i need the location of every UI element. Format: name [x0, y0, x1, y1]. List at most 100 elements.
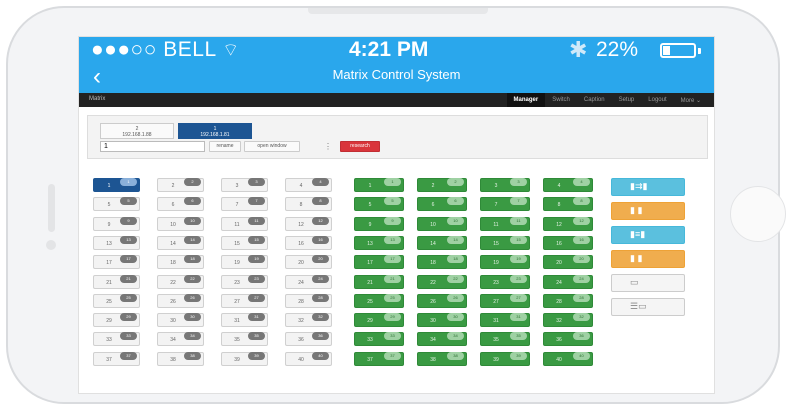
output-port-button[interactable]: 22 [417, 178, 467, 192]
output-port-button[interactable]: 27 27 [480, 293, 530, 308]
output-port-button[interactable]: 14 14 [417, 235, 467, 250]
home-button[interactable] [730, 186, 786, 242]
output-port-button[interactable]: 33 [480, 178, 530, 192]
input-port-button[interactable]: 39 39 [221, 351, 268, 366]
output-port-button[interactable]: 44 [543, 178, 593, 192]
output-port-button[interactable]: 40 40 [543, 351, 593, 366]
input-port-button[interactable]: 99 [93, 216, 140, 231]
input-port-button[interactable]: 16 16 [285, 235, 332, 250]
input-port-button[interactable]: 33 [221, 178, 268, 192]
input-port-button[interactable]: 22 [157, 178, 204, 192]
input-port-button[interactable]: 25 25 [93, 293, 140, 308]
input-port-button[interactable]: 36 36 [285, 332, 332, 347]
output-port-button[interactable]: 13 13 [354, 235, 404, 250]
output-port-button[interactable]: 37 37 [354, 351, 404, 366]
one-to-one-button[interactable]: ▮ ▮ [611, 202, 685, 220]
output-port-button[interactable]: 15 15 [480, 235, 530, 250]
input-port-button[interactable]: 23 23 [221, 274, 268, 289]
input-port-button[interactable]: 55 [93, 197, 140, 212]
input-port-button[interactable]: 15 15 [221, 235, 268, 250]
output-port-button[interactable]: 32 32 [543, 313, 593, 328]
output-port-button[interactable]: 33 33 [354, 332, 404, 347]
input-port-button[interactable]: 12 12 [285, 216, 332, 231]
device-tab-2[interactable]: 2 192.168.1.88 [100, 123, 174, 139]
output-port-button[interactable]: 31 31 [480, 313, 530, 328]
output-port-button[interactable]: 18 18 [417, 255, 467, 270]
output-port-button[interactable]: 12 12 [543, 216, 593, 231]
output-port-button[interactable]: 77 [480, 197, 530, 212]
research-button[interactable]: research [340, 141, 380, 152]
input-port-button[interactable]: 14 14 [157, 235, 204, 250]
input-port-button[interactable]: 18 18 [157, 255, 204, 270]
input-port-button[interactable]: 34 34 [157, 332, 204, 347]
open-window-button[interactable]: open window [244, 141, 300, 152]
more-options-icon[interactable]: ⋮ [324, 142, 332, 151]
menu-logout[interactable]: Logout [641, 93, 673, 107]
menu-manager[interactable]: Manager [506, 93, 546, 107]
output-port-button[interactable]: 16 16 [543, 235, 593, 250]
input-port-button[interactable]: 26 26 [157, 293, 204, 308]
input-port-button[interactable]: 24 24 [285, 274, 332, 289]
device-tab-1[interactable]: 1 192.168.1.81 [178, 123, 252, 139]
output-port-button[interactable]: 10 10 [417, 216, 467, 231]
output-port-button[interactable]: 25 25 [354, 293, 404, 308]
menu-more[interactable]: More ⌄ [674, 93, 708, 107]
input-port-button[interactable]: 32 32 [285, 313, 332, 328]
device-name-input[interactable]: 1 [100, 141, 205, 152]
input-port-button[interactable]: 88 [285, 197, 332, 212]
output-port-button[interactable]: 35 35 [480, 332, 530, 347]
input-port-button[interactable]: 44 [285, 178, 332, 192]
output-port-button[interactable]: 28 28 [543, 293, 593, 308]
rename-button[interactable]: rename [209, 141, 241, 152]
input-port-button[interactable]: 66 [157, 197, 204, 212]
output-port-button[interactable]: 24 24 [543, 274, 593, 289]
output-port-button[interactable]: 22 22 [417, 274, 467, 289]
output-port-button[interactable]: 39 39 [480, 351, 530, 366]
brand-label[interactable]: Matrix [89, 96, 105, 102]
output-port-button[interactable]: 99 [354, 216, 404, 231]
input-port-button[interactable]: 11 11 [221, 216, 268, 231]
output-port-button[interactable]: 38 38 [417, 351, 467, 366]
output-port-button[interactable]: 66 [417, 197, 467, 212]
input-port-button[interactable]: 21 21 [93, 274, 140, 289]
input-port-button[interactable]: 77 [221, 197, 268, 212]
input-port-button[interactable]: 38 38 [157, 351, 204, 366]
output-port-button[interactable]: 29 29 [354, 313, 404, 328]
input-port-button[interactable]: 13 13 [93, 235, 140, 250]
output-port-button[interactable]: 21 21 [354, 274, 404, 289]
output-port-button[interactable]: 11 [354, 178, 404, 192]
output-port-button[interactable]: 26 26 [417, 293, 467, 308]
input-port-button[interactable]: 28 28 [285, 293, 332, 308]
output-port-button[interactable]: 30 30 [417, 313, 467, 328]
input-port-button[interactable]: 10 10 [157, 216, 204, 231]
all-to-all-button[interactable]: ▮≡▮ [611, 226, 685, 244]
input-port-button[interactable]: 35 35 [221, 332, 268, 347]
input-port-button[interactable]: 20 20 [285, 255, 332, 270]
save-button[interactable]: ▭ [611, 274, 685, 292]
input-port-button[interactable]: 22 22 [157, 274, 204, 289]
input-port-button[interactable]: 17 17 [93, 255, 140, 270]
input-port-button[interactable]: 37 37 [93, 351, 140, 366]
output-port-button[interactable]: 55 [354, 197, 404, 212]
input-port-button[interactable]: 40 40 [285, 351, 332, 366]
input-port-button[interactable]: 29 29 [93, 313, 140, 328]
one-to-many-button[interactable]: ▮⇉▮ [611, 178, 685, 196]
clear-pairs-button[interactable]: ▮ ▮ [611, 250, 685, 268]
output-port-button[interactable]: 17 17 [354, 255, 404, 270]
input-port-button[interactable]: 30 30 [157, 313, 204, 328]
output-port-button[interactable]: 20 20 [543, 255, 593, 270]
input-port-button[interactable]: 19 19 [221, 255, 268, 270]
menu-caption[interactable]: Caption [577, 93, 612, 107]
input-port-button[interactable]: 11 [93, 178, 140, 192]
input-port-button[interactable]: 31 31 [221, 313, 268, 328]
output-port-button[interactable]: 36 36 [543, 332, 593, 347]
output-port-button[interactable]: 19 19 [480, 255, 530, 270]
input-port-button[interactable]: 27 27 [221, 293, 268, 308]
input-port-button[interactable]: 33 33 [93, 332, 140, 347]
load-button[interactable]: ☰▭ [611, 298, 685, 316]
output-port-button[interactable]: 11 11 [480, 216, 530, 231]
output-port-button[interactable]: 34 34 [417, 332, 467, 347]
menu-switch[interactable]: Switch [545, 93, 577, 107]
menu-setup[interactable]: Setup [612, 93, 642, 107]
output-port-button[interactable]: 88 [543, 197, 593, 212]
